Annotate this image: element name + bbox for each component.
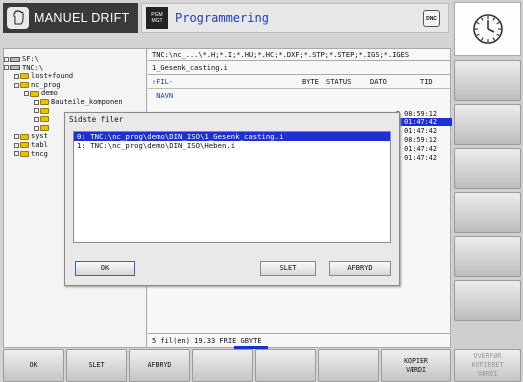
- collapse-icon[interactable]: [4, 65, 9, 71]
- file-time[interactable]: 5 08:59:12: [396, 136, 452, 144]
- file-time[interactable]: 5 01:47:42: [396, 154, 452, 162]
- folder-icon: [20, 150, 29, 157]
- tree-item-sf[interactable]: SF:\: [4, 55, 146, 64]
- folder-icon: [20, 133, 29, 140]
- vertical-softkey-bar: [452, 0, 523, 382]
- expand-icon[interactable]: [34, 108, 39, 114]
- vertical-softkey-2[interactable]: [454, 104, 521, 145]
- vertical-softkey-6[interactable]: [454, 280, 521, 321]
- folder-icon: [40, 99, 49, 106]
- softkey-paste-copied-value: OVERFØR KOPIERET VÆRDI: [454, 349, 521, 382]
- list-item[interactable]: 0: TNC:\nc_prog\demo\DIN_ISO\1_Gesenk_ca…: [74, 132, 390, 141]
- pgm-icon-line2: MGT: [151, 18, 163, 24]
- clock-icon[interactable]: [454, 2, 521, 56]
- folder-icon: [40, 116, 49, 123]
- delete-button[interactable]: SLET: [260, 261, 316, 276]
- expand-icon[interactable]: [34, 125, 39, 131]
- file-list-header: ⇧ FIL-NAVN BYTE STATUS DATO TID: [148, 75, 450, 100]
- path-filter: TNC:\nc_...\*.H;*.I;*.HU;*.HC;*.DXF;*.ST…: [148, 49, 450, 61]
- tree-item-label: syst: [31, 132, 48, 141]
- vertical-softkey-3[interactable]: [454, 148, 521, 189]
- cancel-button[interactable]: AFBRYD: [329, 261, 391, 276]
- tree-item-label: TNC:\: [22, 63, 44, 72]
- manual-mode-icon: [7, 7, 29, 29]
- tree-item-label: tncg: [31, 149, 48, 158]
- dnc-icon: DNC: [423, 10, 440, 27]
- expand-icon[interactable]: [14, 73, 19, 79]
- column-header-status[interactable]: STATUS: [326, 75, 351, 89]
- expand-icon[interactable]: [34, 116, 39, 122]
- file-time[interactable]: 5 01:47:42: [396, 145, 452, 153]
- horizontal-softkey-bar: OK SLET AFBRYD KOPIER VÆRDI: [3, 349, 451, 382]
- folder-icon: [20, 142, 29, 149]
- column-header-byte[interactable]: BYTE: [302, 75, 319, 89]
- mode-title: MANUEL DRIFT: [34, 11, 130, 25]
- folder-icon: [40, 125, 49, 132]
- tree-item-nc-prog[interactable]: nc_prog: [4, 81, 146, 90]
- dialog-title: Sidste filer: [69, 115, 124, 124]
- tree-item-tnc[interactable]: TNC:\: [4, 64, 146, 73]
- tree-item-label: demo: [41, 89, 58, 98]
- softkey-cancel[interactable]: AFBRYD: [129, 349, 190, 382]
- collapse-icon[interactable]: [14, 82, 19, 88]
- folder-icon: [40, 107, 49, 114]
- tree-item-label: tabl: [31, 140, 48, 149]
- tree-item-label: SF:\: [22, 55, 39, 63]
- folder-icon: [20, 73, 29, 80]
- expand-icon[interactable]: [14, 134, 19, 140]
- pgm-mgt-icon: PGM MGT: [146, 7, 168, 29]
- file-time[interactable]: 5 01:47:42: [396, 127, 452, 135]
- ok-button[interactable]: OK: [75, 261, 135, 276]
- vertical-softkey-1[interactable]: [454, 60, 521, 101]
- program-header: PGM MGT Programmering DNC: [141, 3, 449, 33]
- column-header-date[interactable]: DATO: [370, 75, 387, 89]
- recent-files-list[interactable]: 0: TNC:\nc_prog\demo\DIN_ISO\1_Gesenk_ca…: [73, 131, 391, 243]
- drive-icon: [10, 65, 20, 71]
- tree-item-lost-found[interactable]: lost+found: [4, 72, 146, 81]
- file-time[interactable]: 5 08:59:12: [396, 110, 452, 118]
- tree-item-bauteile[interactable]: Bauteile_komponen: [4, 98, 146, 107]
- expand-icon[interactable]: [14, 151, 19, 157]
- selected-file-name: 1_Gesenk_casting.i: [148, 61, 450, 75]
- expand-icon[interactable]: [4, 56, 9, 62]
- vertical-softkey-5[interactable]: [454, 236, 521, 277]
- collapse-icon[interactable]: [24, 91, 29, 97]
- softkey-empty-5[interactable]: [255, 349, 316, 382]
- expand-icon[interactable]: [14, 142, 19, 148]
- folder-icon: [20, 82, 29, 89]
- vertical-softkey-4[interactable]: [454, 192, 521, 233]
- expand-icon[interactable]: [34, 99, 39, 105]
- tree-item-label: lost+found: [31, 72, 74, 81]
- tree-item-label: Bauteile_komponen: [51, 97, 123, 106]
- tree-item-label: nc_prog: [31, 80, 61, 89]
- file-time[interactable]: 5 01:47:42: [396, 118, 452, 126]
- folder-icon: [30, 90, 39, 97]
- status-bar: 5 fil(en) 19.33 FRIE GBYTE: [148, 333, 450, 347]
- tree-item-demo[interactable]: demo: [4, 89, 146, 98]
- column-header-name[interactable]: ⇧ FIL-NAVN: [152, 75, 173, 100]
- softkey-empty-4[interactable]: [192, 349, 253, 382]
- softkey-ok[interactable]: OK: [3, 349, 64, 382]
- mode-header: MANUEL DRIFT: [3, 3, 138, 33]
- recent-files-dialog: Sidste filer 0: TNC:\nc_prog\demo\DIN_IS…: [64, 112, 400, 286]
- program-title: Programmering: [175, 11, 269, 25]
- column-header-time[interactable]: TID: [420, 75, 433, 89]
- softkey-copy-value[interactable]: KOPIER VÆRDI: [381, 349, 451, 382]
- softkey-empty-6[interactable]: [318, 349, 379, 382]
- list-item[interactable]: 1: TNC:\nc_prog\demo\DIN_ISO\Heben.i: [74, 141, 390, 150]
- drive-icon: [10, 56, 20, 62]
- softkey-delete[interactable]: SLET: [66, 349, 127, 382]
